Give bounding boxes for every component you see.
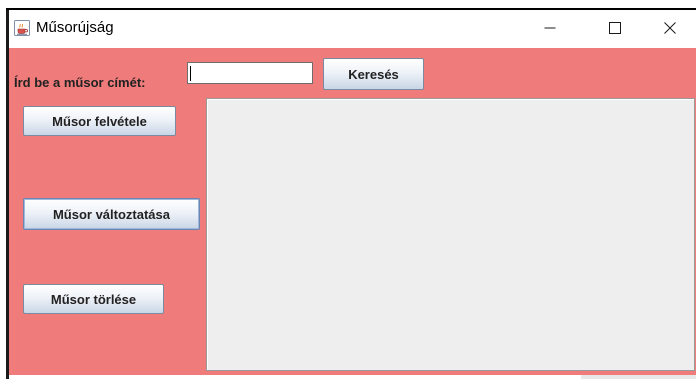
text-caret — [190, 66, 191, 81]
bottom-edge-notch — [581, 375, 696, 379]
search-input[interactable] — [187, 62, 313, 84]
main-panel: Írd be a műsor címét: Keresés Műsor felv… — [9, 48, 696, 375]
delete-program-button[interactable]: Műsor törlése — [23, 284, 164, 314]
maximize-icon — [609, 22, 621, 34]
title-bar[interactable]: Műsorújság — [9, 10, 696, 48]
close-icon — [664, 22, 676, 34]
search-label: Írd be a műsor címét: — [14, 75, 146, 90]
screen-top-edge — [0, 0, 696, 12]
window-bottom-edge — [9, 375, 696, 379]
maximize-button[interactable] — [592, 10, 638, 46]
program-list[interactable] — [206, 98, 695, 371]
screen-left-edge — [0, 10, 9, 379]
app-window: Műsorújság Írd be a műsor címét: Keresés… — [9, 10, 696, 379]
close-button[interactable] — [647, 10, 693, 46]
search-button[interactable]: Keresés — [323, 58, 424, 90]
add-program-button[interactable]: Műsor felvétele — [23, 106, 176, 136]
minimize-button[interactable] — [527, 10, 573, 46]
window-title: Műsorújság — [36, 19, 114, 36]
screen: Műsorújság Írd be a műsor címét: Keresés… — [0, 0, 696, 379]
minimize-icon — [544, 22, 556, 34]
edit-program-button[interactable]: Műsor változtatása — [23, 198, 200, 230]
java-cup-icon[interactable] — [14, 20, 30, 36]
